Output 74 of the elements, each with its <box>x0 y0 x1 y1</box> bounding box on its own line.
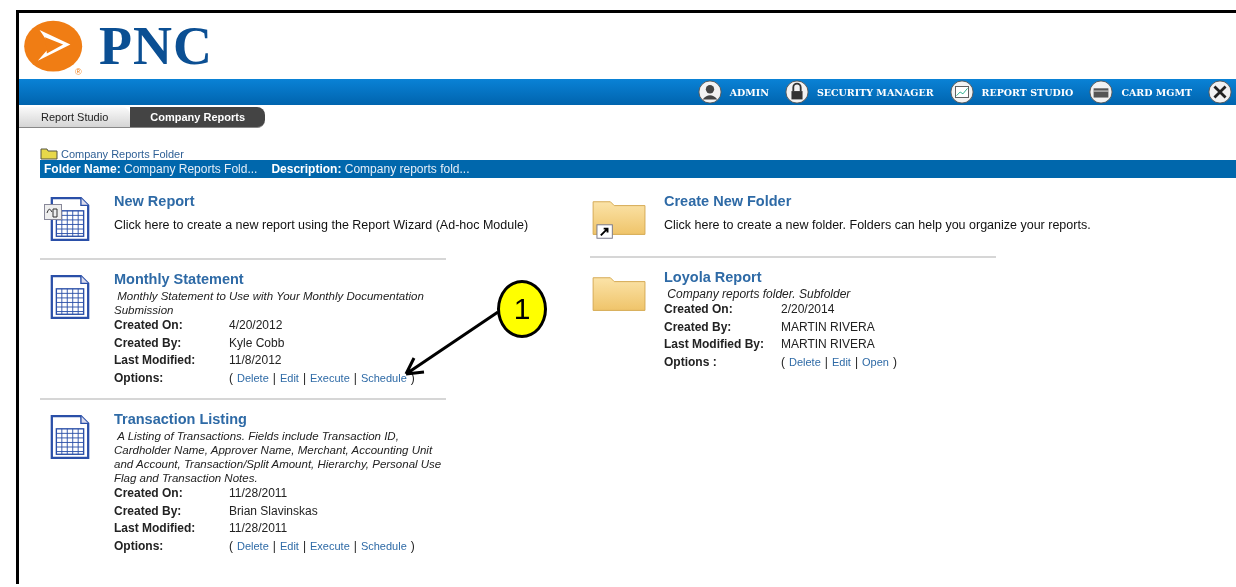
tab[interactable]: Report Studio <box>19 107 131 128</box>
logo-text: PNC <box>99 19 213 73</box>
field-value: Brian Slavinskas <box>229 503 319 519</box>
nav-link[interactable]: CARD MGMT <box>1121 86 1192 98</box>
folder-info-text: Description: Company reports fold... <box>271 162 470 176</box>
item-description: Click here to create a new report using the Report Wizard (Ad-hoc Module) <box>114 218 529 232</box>
nav-link[interactable]: REPORT STUDIO <box>981 86 1074 98</box>
tab[interactable]: Company Reports <box>130 107 265 128</box>
field-value: 11/28/2011 <box>229 521 289 537</box>
registered-mark: ® <box>75 67 82 77</box>
item-description: Monthly Statement to Use with Your Monthly Documentation Submission <box>114 289 425 317</box>
item-title-link[interactable]: Create New Folder <box>664 192 792 210</box>
field-label: Created By: <box>114 335 183 351</box>
field-value: 4/20/2012 <box>229 318 284 334</box>
separator: | <box>302 538 306 554</box>
spreadsheet-icon <box>50 414 90 460</box>
bracket: ( <box>229 538 233 554</box>
separator: | <box>302 370 306 386</box>
field-label: Created On: <box>114 318 184 334</box>
card-icon[interactable] <box>1089 80 1114 104</box>
item-description: A Listing of Transactions. Fields include Transaction ID, Cardholder Name, Approver Name, Merchant, Accounting Unit and Account, Transaction/Split Amount, Hierarchy, Personal Use Flag and Transaction Notes. <box>114 429 442 485</box>
option-link[interactable]: Edit <box>279 538 299 554</box>
field-value: 11/8/2012 <box>229 353 283 369</box>
person-icon[interactable] <box>697 80 722 104</box>
item-description: Click here to create a new folder. Folders can help you organize your reports. <box>664 218 1091 232</box>
item-title-link[interactable]: Transaction Listing <box>114 410 247 428</box>
folder-info-text: Folder Name: Company Reports Fold... <box>44 162 258 176</box>
field-value: MARTIN RIVERA <box>781 319 876 335</box>
option-link[interactable]: Schedule <box>360 538 407 554</box>
spreadsheet-icon <box>50 274 90 320</box>
separator: | <box>353 538 357 554</box>
chart-icon[interactable] <box>949 80 974 104</box>
nav-link[interactable]: SECURITY MANAGER <box>816 86 934 98</box>
field-label: Last Modified: <box>114 353 197 369</box>
option-link[interactable]: Edit <box>279 370 299 386</box>
mouse-icon <box>44 204 62 220</box>
separator: | <box>272 538 276 554</box>
field-value: 11/28/2011 <box>229 486 289 502</box>
field-label: Created On: <box>664 302 734 318</box>
option-link[interactable]: Delete <box>789 354 821 370</box>
item-title-link[interactable]: Monthly Statement <box>114 270 244 288</box>
field-label: Created By: <box>664 319 733 335</box>
field-value: Kyle Cobb <box>229 335 286 351</box>
separator: | <box>353 370 357 386</box>
separator: | <box>272 370 276 386</box>
bracket: ) <box>410 538 415 554</box>
option-link[interactable]: Schedule <box>360 370 407 386</box>
nav-link[interactable]: ADMIN <box>729 86 769 98</box>
option-link[interactable]: Edit <box>831 354 851 370</box>
field-label: Created By: <box>114 503 183 519</box>
item-description: Company reports folder. Subfolder <box>666 287 851 301</box>
lock-icon[interactable] <box>784 80 809 104</box>
field-label: Options: <box>114 370 165 386</box>
bracket: ) <box>892 354 897 370</box>
field-value: MARTIN RIVERA <box>781 337 876 353</box>
item-title-link[interactable]: Loyola Report <box>664 268 762 286</box>
bracket: ( <box>229 370 233 386</box>
option-link[interactable]: Execute <box>310 538 350 554</box>
item-title-link[interactable]: New Report <box>114 192 195 210</box>
option-link[interactable]: Delete <box>237 370 269 386</box>
separator: | <box>854 354 858 370</box>
option-link[interactable]: Execute <box>310 370 350 386</box>
option-link[interactable]: Open <box>862 354 889 370</box>
field-label: Options : <box>664 354 718 370</box>
separator: | <box>824 354 828 370</box>
option-link[interactable]: Delete <box>237 538 269 554</box>
field-value: 2/20/2014 <box>781 302 836 318</box>
bracket: ( <box>781 354 785 370</box>
callout-badge: 1 <box>497 280 547 338</box>
field-label: Created On: <box>114 486 184 502</box>
field-label: Last Modified: <box>114 521 197 537</box>
field-label: Last Modified By: <box>664 337 765 353</box>
breadcrumb-link[interactable]: Company Reports Folder <box>61 148 184 160</box>
field-label: Options: <box>114 538 165 554</box>
